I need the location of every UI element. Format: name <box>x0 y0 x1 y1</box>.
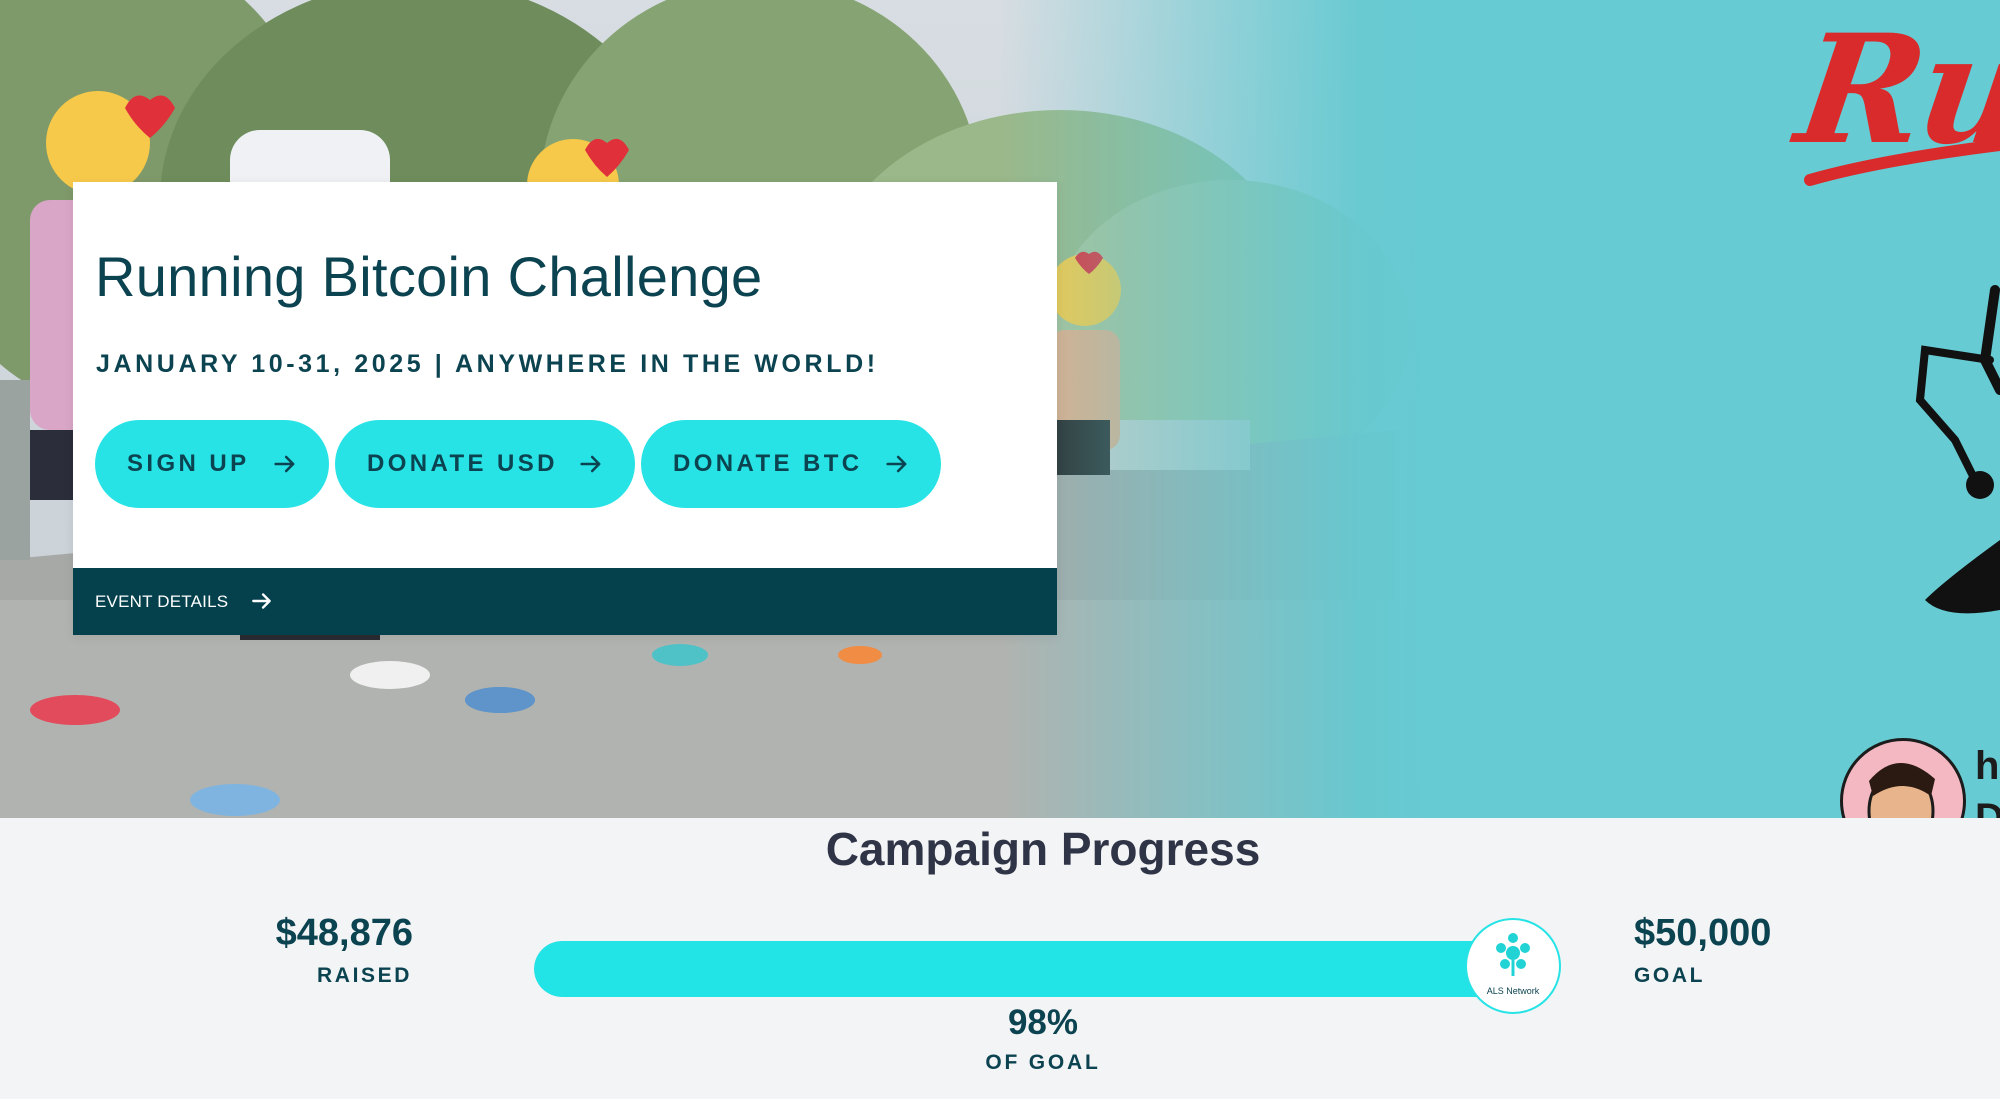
raised-label: RAISED <box>317 964 412 987</box>
event-title: Running Bitcoin Challenge <box>95 245 763 308</box>
poster-runner-figure <box>1915 285 2000 614</box>
poster-caption-line-1: h <box>1975 744 2000 788</box>
percent-of-goal: 98% <box>1007 1003 1079 1042</box>
als-network-badge: ALS Network <box>1465 918 1561 1014</box>
donate-btc-button[interactable]: DONATE BTC <box>641 420 941 508</box>
arrow-right-icon <box>580 455 601 473</box>
poster-caption-line-2: D <box>1975 796 2000 818</box>
donate-btc-label: DONATE BTC <box>673 450 863 477</box>
donate-usd-button[interactable]: DONATE USD <box>335 420 635 508</box>
campaign-progress-heading: Campaign Progress <box>825 823 1261 875</box>
arrow-right-icon[interactable] <box>249 588 275 614</box>
arrow-right-icon <box>886 455 907 473</box>
raised-amount: $48,876 <box>275 912 413 954</box>
als-network-label: ALS Network <box>1486 986 1540 996</box>
goal-label: GOAL <box>1634 964 1706 987</box>
percent-of-goal-label: OF GOAL <box>985 1051 1101 1074</box>
goal-amount: $50,000 <box>1634 912 1772 954</box>
event-card-footer: EVENT DETAILS <box>73 568 1057 635</box>
event-card: Running Bitcoin Challenge JANUARY 10-31,… <box>73 182 1057 635</box>
event-dates-location: JANUARY 10-31, 2025 | ANYWHERE IN THE WO… <box>96 350 879 378</box>
event-details-link[interactable]: EVENT DETAILS <box>95 592 228 612</box>
progress-bar-track <box>534 941 1524 997</box>
sign-up-label: SIGN UP <box>127 450 250 477</box>
poster-swoosh-graphic <box>1804 139 2000 186</box>
poster-caption: h D <box>1975 740 2000 818</box>
sign-up-button[interactable]: SIGN UP <box>95 420 329 508</box>
als-network-logo-icon <box>1496 933 1530 976</box>
arrow-right-icon <box>274 455 295 473</box>
donate-usd-label: DONATE USD <box>367 450 558 477</box>
progress-bar-fill <box>534 941 1505 997</box>
